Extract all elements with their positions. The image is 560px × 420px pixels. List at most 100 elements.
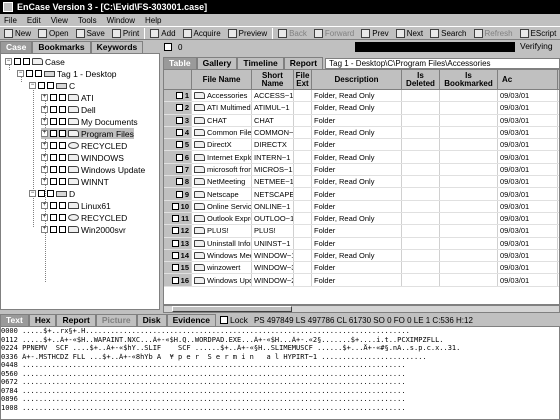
print-button[interactable]: Print [110,28,141,38]
row-number-cell[interactable]: 7 [164,163,192,176]
tree-node-c[interactable]: − C [29,80,75,91]
checkbox[interactable] [59,106,66,113]
expand-icon[interactable]: + [41,166,48,173]
expand-icon[interactable]: + [41,130,48,137]
search-button[interactable]: Search [428,28,468,38]
status-checkbox[interactable] [164,43,172,51]
tab-gallery[interactable]: Gallery [196,57,238,69]
checkbox[interactable] [47,82,54,89]
refresh-button[interactable]: Refresh [472,28,515,38]
table-row[interactable]: 5 DirectX DIRECTX Folder 09/03/01 [164,139,559,152]
checkbox[interactable] [50,178,57,185]
next-button[interactable]: Next [394,28,425,38]
add-button[interactable]: Add [148,28,177,38]
checkbox[interactable] [50,214,57,221]
row-number-cell[interactable]: 13 [164,237,192,249]
tree-node-win2000svr[interactable]: + Win2000svr [41,224,126,235]
checkbox[interactable] [59,130,66,137]
checkbox[interactable] [59,142,66,149]
escript-button[interactable]: EScript [518,28,559,38]
menu-help[interactable]: Help [145,16,161,25]
row-number-cell[interactable]: 15 [164,262,192,274]
forward-button[interactable]: Forward [312,28,356,38]
tree-node-ati[interactable]: + ATI [41,92,94,103]
row-checkbox[interactable] [175,92,183,100]
lock-checkbox[interactable] [219,316,228,324]
table-row[interactable]: 2 ATI Multimedia ATIMUL~1 Folder, Read Only… [164,102,559,115]
tree-node-windows[interactable]: + WINDOWS [41,152,124,163]
tab-report-bottom[interactable]: Report [56,314,96,326]
expand-icon[interactable]: + [41,226,48,233]
row-number-cell[interactable]: 6 [164,151,192,163]
checkbox[interactable] [50,106,57,113]
column-header-file-name[interactable]: File Name [192,70,252,89]
row-number-cell[interactable]: 10 [164,200,192,212]
checkbox[interactable] [38,190,45,197]
row-checkbox[interactable] [175,165,183,173]
row-number-cell[interactable]: 9 [164,188,192,200]
row-checkbox[interactable] [171,252,179,259]
horizontal-scrollbar[interactable] [163,305,560,313]
table-row[interactable]: 12 PLUS! PLUS! Folder 09/03/01 [164,225,559,238]
row-checkbox[interactable] [175,178,183,186]
checkbox[interactable] [26,70,33,77]
scrollbar-thumb[interactable] [172,306,292,312]
checkbox[interactable] [38,82,45,89]
table-row[interactable]: 3 CHAT CHAT Folder 09/03/01 [164,114,559,127]
row-number-cell[interactable]: 12 [164,225,192,237]
prev-button[interactable]: Prev [359,28,390,38]
checkbox[interactable] [50,130,57,137]
menu-file[interactable]: File [4,16,17,25]
row-number-cell[interactable]: 4 [164,126,192,139]
tree-node-linux61[interactable]: + Linux61 [41,200,111,211]
table-row[interactable]: 11 Outlook ExpressOUTLOO~1 Folder, Read On… [164,212,559,226]
menu-view[interactable]: View [51,16,68,25]
checkbox[interactable] [35,70,42,77]
column-header-select[interactable] [164,70,192,89]
row-checkbox[interactable] [171,239,179,247]
row-number-cell[interactable]: 16 [164,274,192,286]
row-checkbox[interactable] [175,129,183,137]
tab-report[interactable]: Report [283,57,324,69]
table-row[interactable]: 7 microsoft frontpageMICROS~1 Folder 09/03/… [164,163,559,177]
tree-node-d[interactable]: − D [29,188,75,199]
checkbox[interactable] [59,166,66,173]
row-checkbox[interactable] [171,202,179,210]
menu-tools[interactable]: Tools [78,16,97,25]
table-row[interactable]: 14 Windows Media PlayerWINDOW~1 Folder, Re… [164,249,559,263]
row-number-cell[interactable]: 14 [164,249,192,262]
table-row[interactable]: 15 winzowert WINDOW~3 Folder 09/03/01 [164,262,559,275]
tab-table[interactable]: Table [163,57,197,69]
checkbox[interactable] [50,226,57,233]
tree-node-recycled[interactable]: + RECYCLED [41,140,127,151]
checkbox[interactable] [50,166,57,173]
checkbox[interactable] [59,202,66,209]
tree-node-recycled-d[interactable]: + RECYCLED [41,212,127,223]
column-header-description[interactable]: Description [312,70,402,89]
row-number-cell[interactable]: 3 [164,114,192,126]
checkbox[interactable] [59,178,66,185]
checkbox[interactable] [50,154,57,161]
collapse-icon[interactable]: − [29,82,36,89]
expand-icon[interactable]: + [41,106,48,113]
tree-node-winnt[interactable]: + WINNT [41,176,109,187]
row-checkbox[interactable] [171,276,179,284]
checkbox[interactable] [50,118,57,125]
row-checkbox[interactable] [171,227,179,235]
expand-icon[interactable]: + [41,118,48,125]
table-row[interactable]: 16 Windows UpdateWINDOW~2 Folder 09/03/01 [164,274,559,287]
tab-hex[interactable]: Hex [28,314,57,326]
column-header-is-bookmarked[interactable]: Is Bookmarked [440,70,498,89]
text-view[interactable]: 0000 .....$+..rx§+.H....................… [0,326,560,420]
column-header-accessed[interactable]: Ac [498,70,558,89]
checkbox[interactable] [50,94,57,101]
collapse-icon[interactable]: − [5,58,12,65]
row-number-cell[interactable]: 5 [164,139,192,151]
checkbox[interactable] [14,58,21,65]
tree-node-tag1[interactable]: − Tag 1 - Desktop [17,68,117,79]
tab-case[interactable]: Case [0,41,33,53]
tab-keywords[interactable]: Keywords [90,41,144,53]
new-button[interactable]: New [2,28,33,38]
row-number-cell[interactable]: 1 [164,90,192,102]
checkbox[interactable] [47,190,54,197]
